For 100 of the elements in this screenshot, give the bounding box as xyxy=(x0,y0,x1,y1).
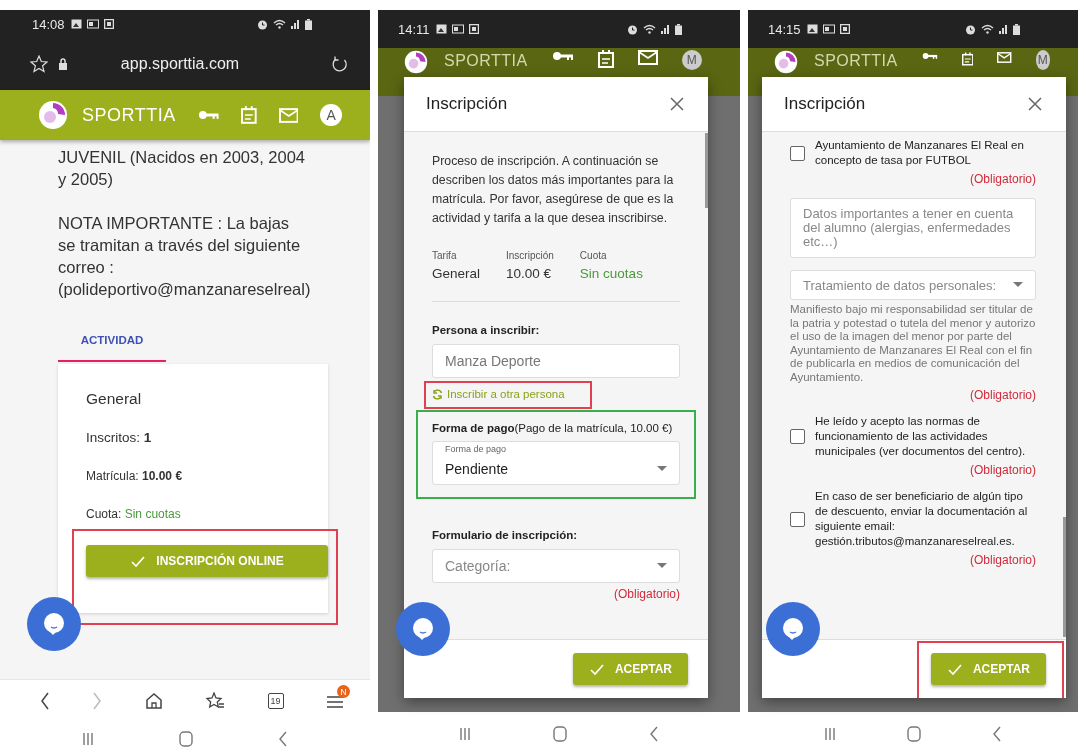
field-label: Persona a inscribir: xyxy=(432,324,541,336)
summary-value: 10.00 € xyxy=(506,266,553,281)
card-icon xyxy=(822,24,835,34)
battery-icon xyxy=(675,23,682,35)
dropdown-caret-icon xyxy=(657,563,667,569)
back-icon[interactable] xyxy=(649,725,659,742)
back-icon[interactable] xyxy=(277,730,288,747)
summary-label: Tarifa xyxy=(432,250,458,261)
chat-icon[interactable] xyxy=(396,602,450,656)
image-icon xyxy=(70,19,82,29)
other-person-link[interactable]: Inscribir a otra persona xyxy=(432,388,565,400)
card-title: General xyxy=(86,390,143,408)
home-icon[interactable] xyxy=(144,692,163,710)
required-note: (Obligatorio) xyxy=(968,388,1036,402)
notes-field[interactable]: Datos importantes a tener en cuenta del alumno (alergias, enfermedades etc…) xyxy=(790,198,1036,258)
card-label: Inscritos: 1 xyxy=(86,430,153,445)
lock-icon xyxy=(58,58,68,70)
back-icon[interactable] xyxy=(40,692,50,710)
scrollbar[interactable] xyxy=(705,133,708,208)
mail-icon[interactable] xyxy=(637,50,658,65)
consent-text: Manifiesto bajo mi responsabilidad ser titular de la patria y potestad o tutela del menor y autorizo el uso de la imagen del menor por parte del Ayuntamiento de Manzanares El Real con el fin de publicarla en medios de comunicación del Ayuntamiento. xyxy=(790,303,1036,384)
required-note: (Obligatorio) xyxy=(612,587,680,601)
back-icon[interactable] xyxy=(992,725,1003,742)
home-icon[interactable] xyxy=(553,725,567,742)
chat-icon[interactable] xyxy=(766,602,820,656)
mail-icon[interactable] xyxy=(997,50,1012,65)
user-avatar[interactable]: A xyxy=(320,104,342,126)
recent-apps-icon[interactable] xyxy=(823,726,836,741)
checkbox[interactable] xyxy=(790,511,805,527)
bookmarks-icon[interactable] xyxy=(205,692,226,710)
user-avatar[interactable]: M xyxy=(1035,50,1050,70)
calendar-icon[interactable] xyxy=(961,50,974,68)
logo-icon xyxy=(404,50,428,74)
refresh-icon xyxy=(432,388,443,400)
scrollbar[interactable] xyxy=(1063,517,1066,637)
field-label: Formulario de inscripción: xyxy=(432,529,579,541)
body-text: JUVENIL (Nacidos en 2003, 2004 y 2005) xyxy=(58,147,307,190)
star-icon[interactable] xyxy=(30,55,48,73)
close-icon[interactable] xyxy=(670,97,684,111)
status-time: 14:11 xyxy=(398,21,430,37)
floating-label: Forma de pago xyxy=(443,444,509,455)
payment-heading: Forma de pago(Pago de la matrícula, 10.00 €) xyxy=(432,421,674,436)
battery-icon xyxy=(305,18,312,30)
checkbox-label: He leído y acepto las normas de funcionamiento de las actividades municipales (ver documentos del centro). xyxy=(815,414,1027,459)
summary-label: Cuota xyxy=(579,250,608,261)
square-icon xyxy=(103,19,114,29)
summary-value: Sin cuotas xyxy=(579,266,643,281)
logo-icon xyxy=(774,50,798,74)
signal-icon xyxy=(999,24,1008,34)
checkbox[interactable] xyxy=(790,429,805,444)
required-note: (Obligatorio) xyxy=(968,553,1036,567)
summary-value: General xyxy=(432,266,481,281)
key-icon[interactable] xyxy=(551,50,574,62)
tabs-button[interactable]: 19 xyxy=(267,693,284,709)
square-icon xyxy=(468,24,479,34)
checkbox-label: Ayuntamiento de Manzanares El Real en concepto de tasa por FUTBOL xyxy=(815,138,1025,168)
home-icon[interactable] xyxy=(179,730,193,747)
alarm-icon xyxy=(257,18,268,30)
summary-label: Inscripción xyxy=(506,250,554,261)
recent-apps-icon[interactable] xyxy=(82,731,95,746)
consent-select[interactable]: Tratamiento de datos personales: xyxy=(790,270,1036,300)
alarm-icon xyxy=(627,23,638,35)
brand-name: SPORTTIA xyxy=(82,104,176,126)
checkbox[interactable] xyxy=(790,145,805,161)
wifi-icon xyxy=(273,19,286,29)
home-icon[interactable] xyxy=(907,725,921,742)
payment-select[interactable]: Forma de pago Pendiente xyxy=(432,441,680,485)
body-text: NOTA IMPORTANTE : La bajas se tramitan a través del siguiente correo : (polideportivo@manzanareselreal) xyxy=(58,213,308,300)
address-bar[interactable]: app.sporttia.com xyxy=(78,55,282,73)
status-time: 14:15 xyxy=(768,21,801,37)
calendar-icon[interactable] xyxy=(597,50,614,68)
card-label: Matrícula: 10.00 € xyxy=(86,469,184,483)
dropdown-caret-icon xyxy=(657,466,667,472)
signal-icon xyxy=(291,19,300,29)
image-icon xyxy=(435,24,447,34)
chat-icon[interactable] xyxy=(27,597,81,651)
card-icon xyxy=(451,24,464,34)
signal-icon xyxy=(661,24,670,34)
wifi-icon xyxy=(643,24,656,34)
card-label: Cuota: Sin cuotas xyxy=(86,507,182,521)
card-icon xyxy=(86,19,99,29)
user-avatar[interactable]: M xyxy=(681,50,702,70)
person-field[interactable]: Manza Deporte xyxy=(432,344,680,378)
recent-apps-icon[interactable] xyxy=(459,726,471,741)
dialog-title: Inscripción xyxy=(426,94,508,114)
logo-icon xyxy=(38,100,68,130)
square-icon xyxy=(839,24,850,34)
category-select[interactable]: Categoría: xyxy=(432,549,680,583)
notification-badge: N xyxy=(336,685,350,698)
menu-icon[interactable] xyxy=(325,694,344,708)
status-time: 14:08 xyxy=(32,16,65,32)
close-icon[interactable] xyxy=(1028,97,1042,111)
required-note: (Obligatorio) xyxy=(968,172,1036,186)
reload-icon[interactable] xyxy=(332,56,348,72)
brand-name: SPORTTIA xyxy=(814,51,898,71)
intro-text: Proceso de inscripción. A continuación se describen los datos más importantes para la matrícula. Por favor, asegúrese de que es la actividad y tarifa a la que desea inscribirse. xyxy=(432,153,675,227)
check-icon xyxy=(588,662,605,676)
tab[interactable]: ACTIVIDAD xyxy=(58,322,166,362)
brand-name: SPORTTIA xyxy=(444,51,528,71)
key-icon[interactable] xyxy=(921,50,938,62)
